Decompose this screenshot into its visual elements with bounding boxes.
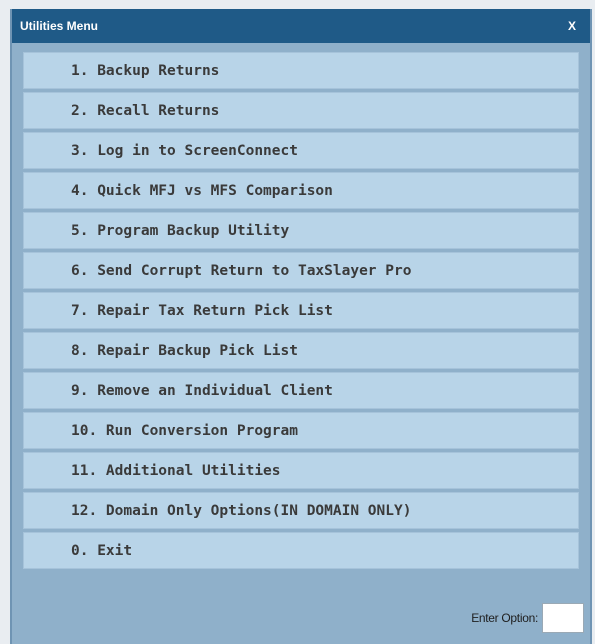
- title-bar: Utilities Menu X: [12, 9, 590, 43]
- menu-item-screenconnect[interactable]: 3. Log in to ScreenConnect: [23, 132, 579, 169]
- menu-item-exit[interactable]: 0. Exit: [23, 532, 579, 569]
- menu-item-additional-utilities[interactable]: 11. Additional Utilities: [23, 452, 579, 489]
- menu-item-remove-client[interactable]: 9. Remove an Individual Client: [23, 372, 579, 409]
- enter-option-area: Enter Option:: [471, 603, 584, 633]
- menu-item-repair-backup-list[interactable]: 8. Repair Backup Pick List: [23, 332, 579, 369]
- close-button[interactable]: X: [566, 19, 578, 33]
- menu-item-backup-returns[interactable]: 1. Backup Returns: [23, 52, 579, 89]
- menu-item-domain-only[interactable]: 12. Domain Only Options(IN DOMAIN ONLY): [23, 492, 579, 529]
- menu-list: 1. Backup Returns 2. Recall Returns 3. L…: [23, 52, 579, 572]
- menu-item-send-corrupt-return[interactable]: 6. Send Corrupt Return to TaxSlayer Pro: [23, 252, 579, 289]
- window-title: Utilities Menu: [20, 19, 99, 33]
- menu-item-repair-tax-return-list[interactable]: 7. Repair Tax Return Pick List: [23, 292, 579, 329]
- menu-item-mfj-mfs-comparison[interactable]: 4. Quick MFJ vs MFS Comparison: [23, 172, 579, 209]
- menu-item-recall-returns[interactable]: 2. Recall Returns: [23, 92, 579, 129]
- enter-option-input[interactable]: [542, 603, 584, 633]
- utilities-menu-window: Utilities Menu X 1. Backup Returns 2. Re…: [10, 9, 592, 644]
- menu-item-run-conversion[interactable]: 10. Run Conversion Program: [23, 412, 579, 449]
- enter-option-label: Enter Option:: [471, 611, 538, 625]
- menu-item-program-backup[interactable]: 5. Program Backup Utility: [23, 212, 579, 249]
